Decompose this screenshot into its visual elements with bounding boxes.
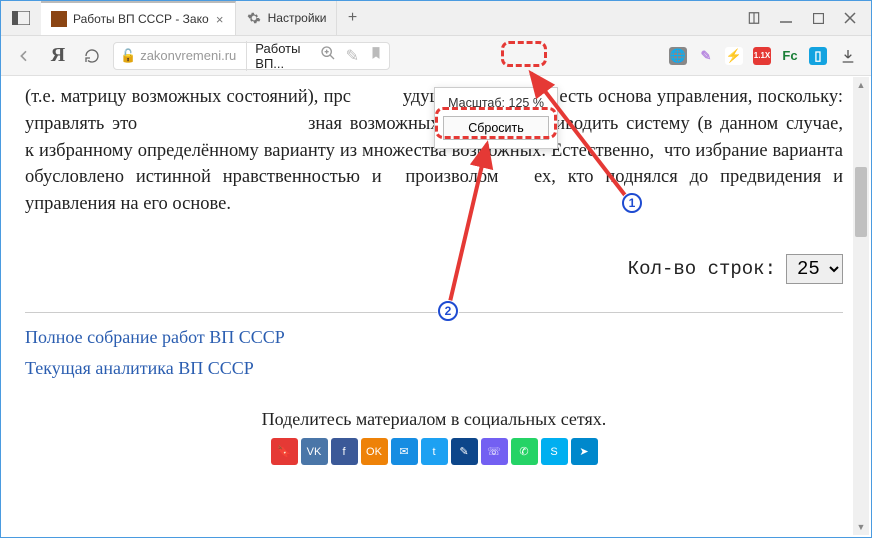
titlebar: Работы ВП СССР - Зако × Настройки +: [1, 1, 871, 36]
extension-icons: 🌐 ✎ ⚡ 1.1X Fc ▯: [669, 47, 827, 65]
reader-icon[interactable]: ✎: [346, 46, 359, 66]
tab-2[interactable]: Настройки: [236, 1, 338, 35]
share-moimir-button[interactable]: ✉: [391, 438, 418, 465]
tab-strip: Работы ВП СССР - Зако × Настройки +: [41, 1, 733, 35]
row-count-label: Кол-во строк:: [628, 258, 776, 280]
back-button[interactable]: [11, 43, 37, 69]
share-twitter-button[interactable]: t: [421, 438, 448, 465]
downloads-button[interactable]: [835, 43, 861, 69]
row-count-select[interactable]: 25: [786, 254, 843, 284]
ext-box-icon[interactable]: ▯: [809, 47, 827, 65]
share-icons: 🔖VKfOK✉t✎☏✆S➤: [25, 438, 843, 465]
gear-icon: [246, 10, 262, 26]
share-ok-button[interactable]: OK: [361, 438, 388, 465]
share-bookmark-button[interactable]: 🔖: [271, 438, 298, 465]
share-skype-button[interactable]: S: [541, 438, 568, 465]
ext-feather-icon[interactable]: ✎: [697, 47, 715, 65]
zoom-icon[interactable]: [320, 45, 336, 66]
share-lj-button[interactable]: ✎: [451, 438, 478, 465]
share-label: Поделитесь материалом в социальных сетях…: [25, 409, 843, 430]
zoom-reset-button[interactable]: Сбросить: [443, 116, 549, 140]
scroll-up-icon[interactable]: ▲: [853, 77, 869, 93]
tab-title: Работы ВП СССР - Зако: [73, 12, 209, 26]
bookmarks-sidebar-icon[interactable]: [747, 11, 761, 25]
share-whatsapp-button[interactable]: ✆: [511, 438, 538, 465]
address-bar[interactable]: 🔓 zakonvremeni.ru Работы ВП... ✎: [113, 42, 390, 70]
link-full-collection[interactable]: Полное собрание работ ВП СССР: [25, 327, 843, 348]
scroll-down-icon[interactable]: ▼: [853, 519, 869, 535]
ext-fc-icon[interactable]: Fc: [781, 47, 799, 65]
window-controls: [733, 1, 871, 35]
favicon-icon: [51, 11, 67, 27]
tab-1[interactable]: Работы ВП СССР - Зако ×: [41, 1, 236, 35]
bookmark-icon[interactable]: [369, 46, 383, 65]
vertical-scrollbar[interactable]: ▲ ▼: [853, 77, 869, 535]
new-tab-button[interactable]: +: [337, 1, 367, 35]
url-domain: zakonvremeni.ru: [140, 48, 236, 63]
zoom-popup: Масштаб: 125 % Сбросить: [434, 87, 558, 149]
url-title: Работы ВП...: [246, 41, 315, 71]
ext-globe-icon[interactable]: 🌐: [669, 47, 687, 65]
ext-stats-icon[interactable]: 1.1X: [753, 47, 771, 65]
close-window-button[interactable]: [843, 11, 857, 25]
close-icon[interactable]: ×: [215, 14, 225, 24]
maximize-button[interactable]: [811, 11, 825, 25]
zoom-level-label: Масштаб: 125 %: [443, 96, 549, 110]
tab-title: Настройки: [268, 11, 327, 25]
sidebar-toggle-button[interactable]: [1, 1, 41, 35]
share-vk-button[interactable]: VK: [301, 438, 328, 465]
separator: [25, 312, 843, 313]
minimize-button[interactable]: [779, 11, 793, 25]
ext-bolt-icon[interactable]: ⚡: [725, 47, 743, 65]
reload-button[interactable]: [79, 43, 105, 69]
yandex-logo[interactable]: Я: [45, 43, 71, 69]
link-current-analytics[interactable]: Текущая аналитика ВП СССР: [25, 358, 843, 379]
share-facebook-button[interactable]: f: [331, 438, 358, 465]
scroll-thumb[interactable]: [855, 167, 867, 237]
share-telegram-button[interactable]: ➤: [571, 438, 598, 465]
row-count-control: Кол-во строк: 25: [25, 254, 843, 284]
toolbar: Я 🔓 zakonvremeni.ru Работы ВП... ✎ 🌐 ✎ ⚡ 1.…: [1, 36, 871, 76]
lock-icon: 🔓: [120, 48, 136, 64]
share-viber-button[interactable]: ☏: [481, 438, 508, 465]
